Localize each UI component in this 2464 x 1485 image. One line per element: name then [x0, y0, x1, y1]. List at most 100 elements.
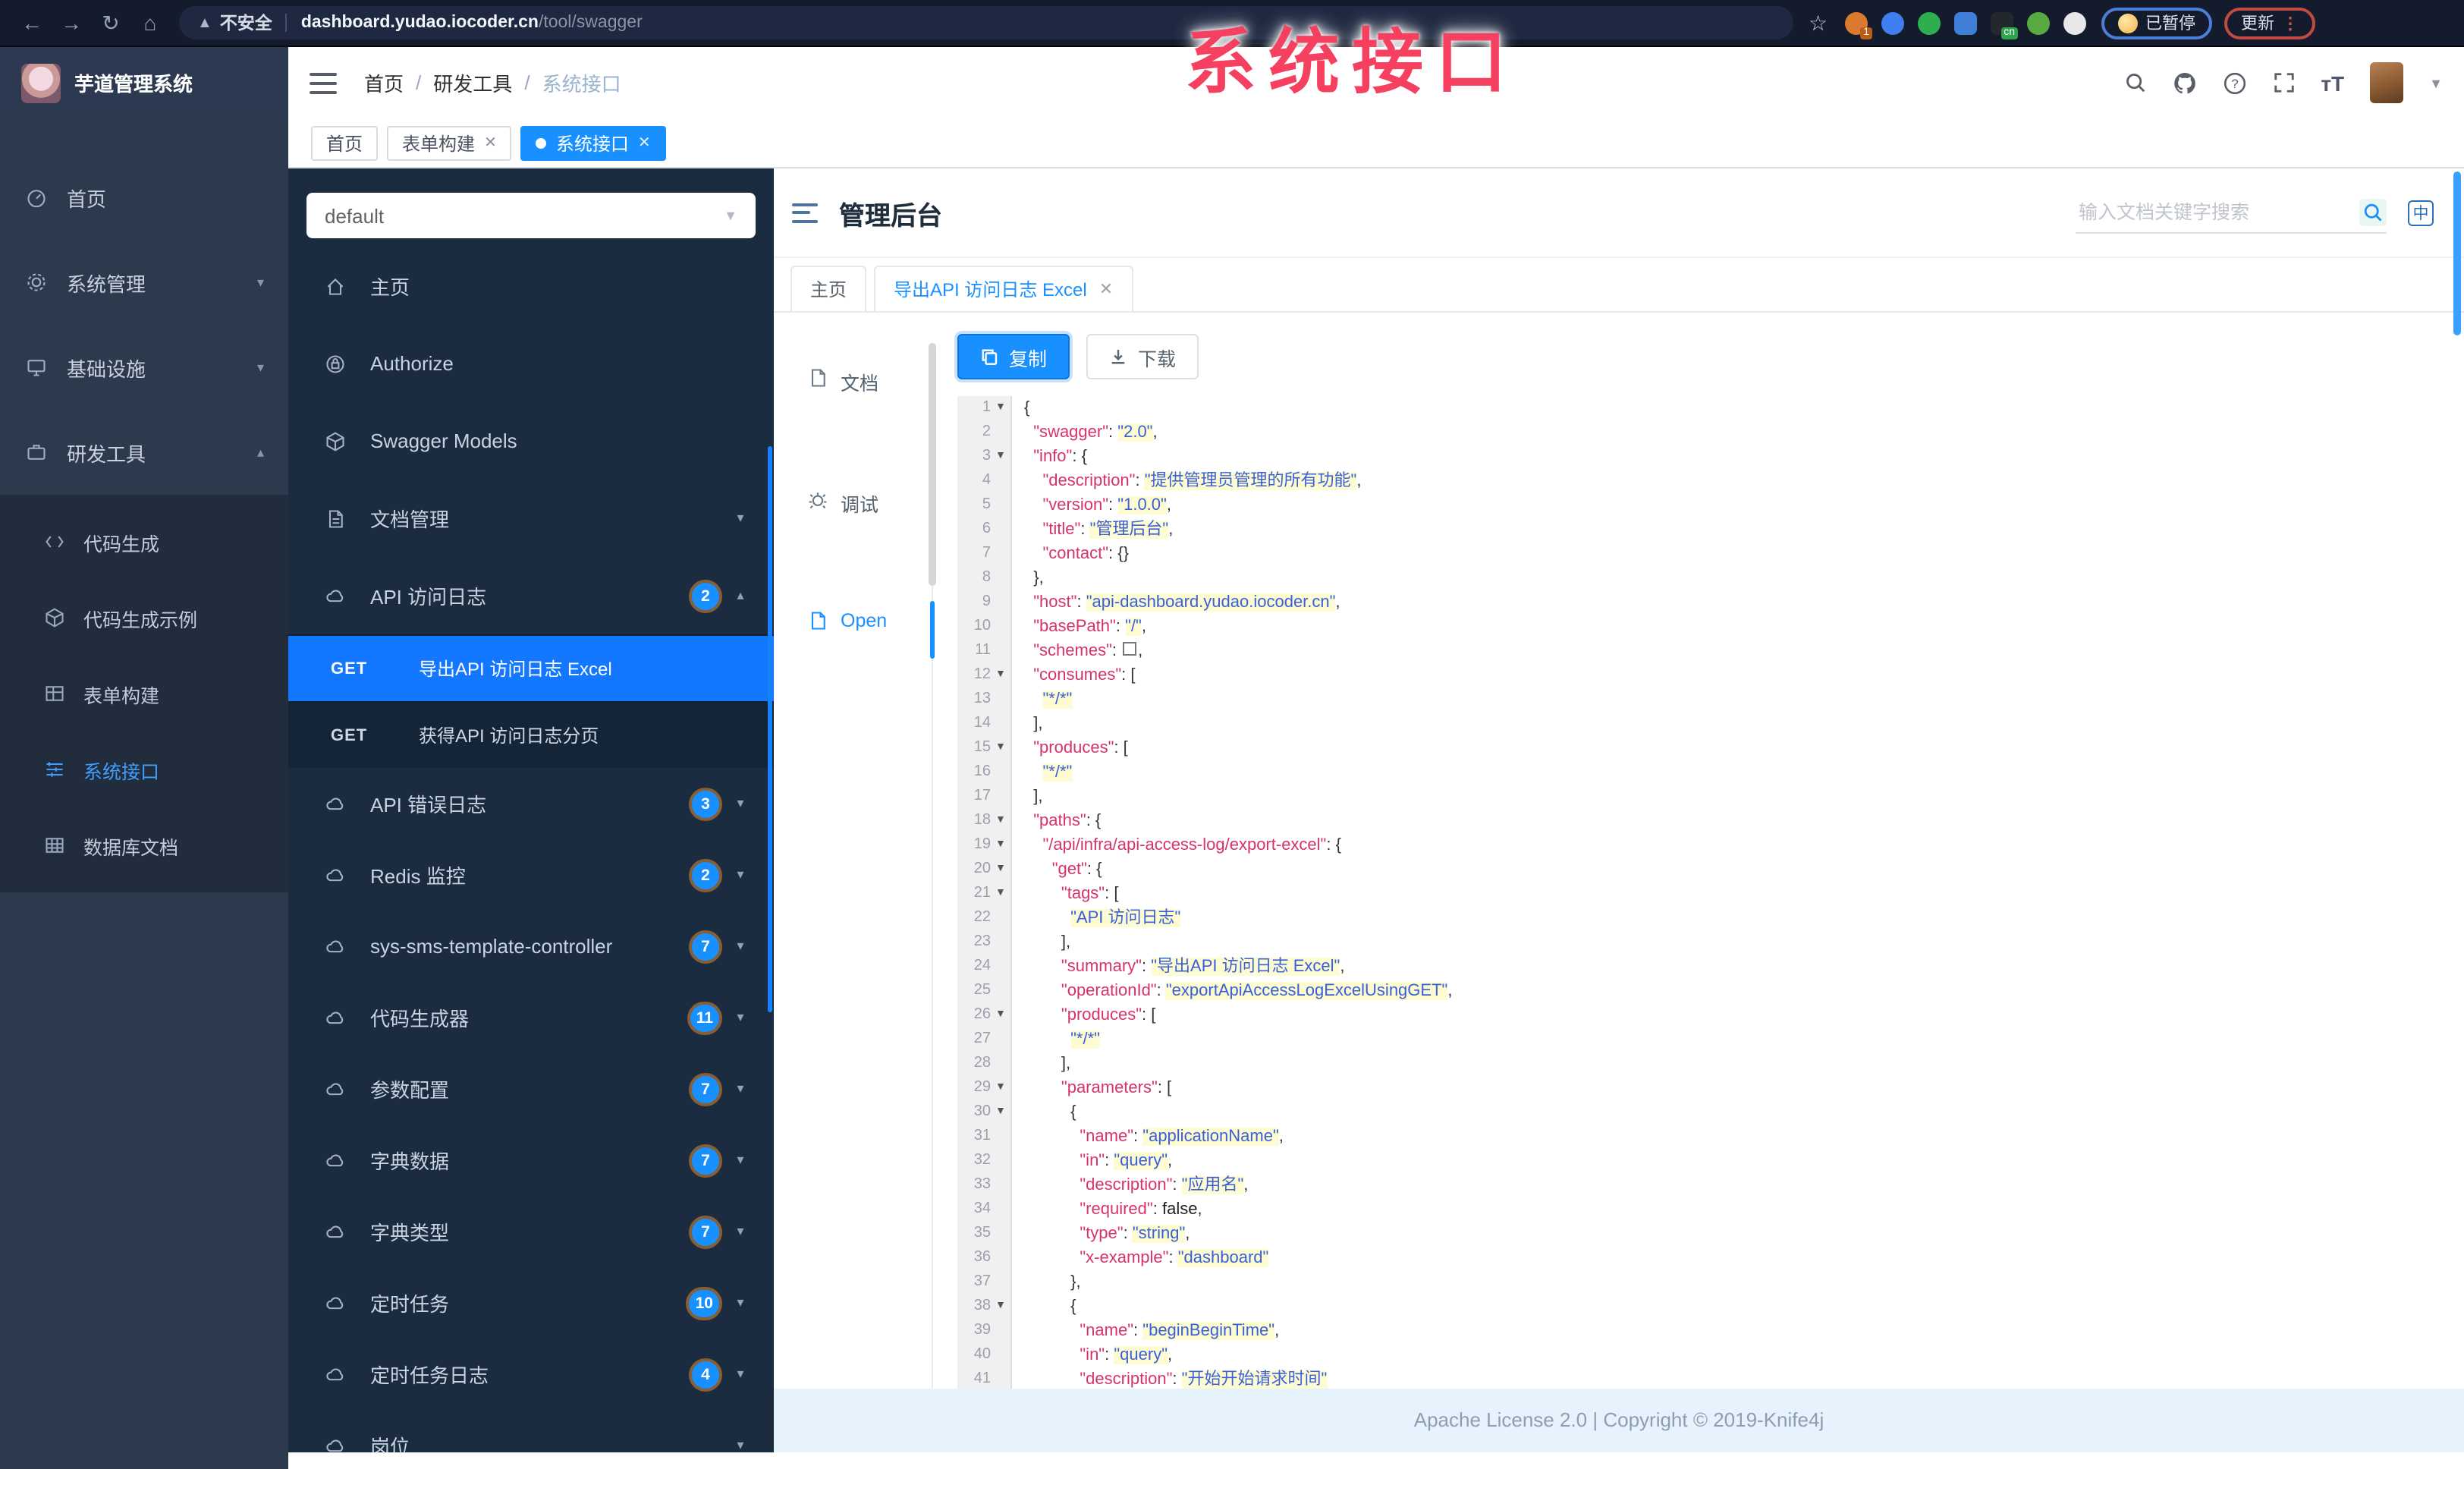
code-line: 20 ▼ "get": { [957, 857, 2464, 882]
ext-dark-cn-icon[interactable]: cn [1991, 11, 2018, 39]
rail-item-Open[interactable]: Open [774, 598, 929, 719]
sidebar-item-首页[interactable]: 首页 [0, 155, 288, 240]
language-switch-icon[interactable]: 中 [2408, 200, 2434, 225]
api-nav-item[interactable]: API 访问日志 2 ▴ [288, 557, 774, 634]
lock-icon [325, 353, 352, 374]
api-nav-item[interactable]: API 错误日志 3 ▾ [288, 768, 774, 839]
close-tab-icon[interactable]: ✕ [638, 134, 651, 151]
browser-home-icon[interactable]: ⌂ [130, 11, 170, 35]
api-nav-item[interactable]: 定时任务日志 4 ▾ [288, 1339, 774, 1410]
editor-toolbar: 复制 下载 [957, 334, 2464, 379]
help-icon[interactable]: ? [2222, 71, 2246, 95]
ext-orange-icon[interactable]: 1 [1845, 11, 1872, 39]
line-gutter: 11 [957, 639, 1012, 663]
sidebar-item-基础设施[interactable]: 基础设施 ▾ [0, 325, 288, 410]
ext-green-leaf-icon[interactable] [2027, 11, 2050, 34]
page-tab[interactable]: 首页 [311, 125, 379, 160]
api-nav-item[interactable]: sys-sms-template-controller 7 ▾ [288, 911, 774, 982]
api-nav-item[interactable]: Swagger Models [288, 402, 774, 480]
fold-icon[interactable]: ▼ [995, 833, 1010, 857]
api-nav-item[interactable]: 岗位 ▾ [288, 1410, 774, 1452]
api-nav-item[interactable]: 字典数据 7 ▾ [288, 1125, 774, 1196]
font-size-icon[interactable]: ᴛT [2321, 71, 2344, 95]
update-button[interactable]: 更新 ⋮ [2224, 7, 2315, 39]
bottom-strip [288, 1452, 2464, 1468]
page-tab-label: 表单构建 [402, 133, 476, 154]
ext-blue-grid-icon[interactable] [1954, 11, 1977, 34]
avatar[interactable] [2370, 62, 2404, 103]
api-nav-item[interactable]: 参数配置 7 ▾ [288, 1053, 774, 1125]
api-nav-item[interactable]: 代码生成器 11 ▾ [288, 982, 774, 1053]
rail-scrollbar-thumb[interactable] [929, 343, 936, 586]
sidebar-subitem-数据库文档[interactable]: 数据库文档 [0, 807, 288, 883]
fullscreen-icon[interactable] [2272, 71, 2295, 94]
api-nav-item[interactable]: Redis 监控 2 ▾ [288, 839, 774, 911]
sidebar-collapse-icon[interactable] [310, 72, 337, 93]
api-sidebar-scrollbar[interactable] [768, 446, 772, 1012]
api-nav-item[interactable]: 文档管理 ▾ [288, 480, 774, 557]
api-nav-label: API 访问日志 [370, 586, 487, 609]
doc-tab[interactable]: 导出API 访问日志 Excel ✕ [874, 266, 1133, 311]
fold-icon[interactable]: ▼ [995, 445, 1010, 469]
sidebar-item-系统管理[interactable]: 系统管理 ▾ [0, 240, 288, 325]
rail-splitter[interactable] [929, 313, 936, 1388]
ext-blue-drop-icon[interactable] [1881, 11, 1904, 34]
browser-reload-icon[interactable]: ↻ [91, 10, 130, 36]
sidebar-subitem-系统接口[interactable]: 系统接口 [0, 731, 288, 807]
github-icon[interactable] [2172, 71, 2196, 95]
close-tab-icon[interactable]: ✕ [1099, 279, 1113, 299]
fold-icon[interactable]: ▼ [995, 736, 1010, 760]
api-nav-item[interactable]: Authorize [288, 325, 774, 402]
address-bar[interactable]: ▲ 不安全 dashboard.yudao.iocoder.cn /tool/s… [179, 6, 1793, 39]
sidebar-subitem-代码生成示例[interactable]: 代码生成示例 [0, 580, 288, 656]
rail-item-调试[interactable]: 调试 [774, 477, 929, 598]
doc-collapse-icon[interactable] [792, 203, 818, 222]
browser-back-icon[interactable]: ← [12, 11, 52, 35]
fold-icon[interactable]: ▼ [995, 1076, 1010, 1100]
endpoint-label: 获得API 访问日志分页 [419, 725, 599, 747]
collapsed-array-icon[interactable] [1123, 642, 1137, 656]
copy-button[interactable]: 复制 [957, 334, 1070, 379]
fold-icon[interactable]: ▼ [995, 1003, 1010, 1027]
fold-icon[interactable]: ▼ [995, 663, 1010, 687]
sidebar-subitem-代码生成[interactable]: 代码生成 [0, 504, 288, 580]
api-endpoint[interactable]: GET 导出API 访问日志 Excel [288, 634, 774, 701]
sidebar-subitem-表单构建[interactable]: 表单构建 [0, 656, 288, 731]
fold-icon[interactable]: ▼ [995, 1100, 1010, 1125]
breadcrumb-item[interactable]: 研发工具 [433, 68, 512, 97]
page-scrollbar-thumb[interactable] [2453, 171, 2461, 335]
chevron-down-icon: ▾ [737, 1009, 744, 1024]
download-button[interactable]: 下载 [1086, 334, 1199, 379]
bookmark-star-icon[interactable]: ☆ [1809, 11, 1831, 34]
close-tab-icon[interactable]: ✕ [484, 134, 497, 151]
api-nav-item[interactable]: 字典类型 7 ▾ [288, 1196, 774, 1267]
fold-icon[interactable]: ▼ [995, 396, 1010, 420]
browser-forward-icon[interactable]: → [52, 11, 91, 35]
api-nav-item[interactable]: 定时任务 10 ▾ [288, 1267, 774, 1339]
browser-menu-icon[interactable]: ⋮ [2282, 13, 2299, 33]
search-icon[interactable] [2123, 71, 2146, 94]
ext-green-circle-icon[interactable] [1918, 11, 1941, 34]
page-tab[interactable]: 系统接口 ✕ [520, 125, 666, 160]
page-tab[interactable]: 表单构建 ✕ [387, 125, 512, 160]
rail-item-文档[interactable]: 文档 [774, 355, 929, 477]
app-logo[interactable]: 芋道管理系统 [0, 47, 288, 118]
doc-search-input[interactable] [2076, 200, 2359, 224]
fold-icon[interactable]: ▼ [995, 882, 1010, 906]
doc-tab[interactable]: 主页 [790, 266, 867, 311]
user-menu-caret-icon[interactable]: ▼ [2429, 75, 2443, 90]
ext-white-ghost-icon[interactable] [2063, 11, 2086, 34]
fold-icon[interactable]: ▼ [995, 857, 1010, 882]
paused-badge[interactable]: 已暂停 [2101, 7, 2212, 39]
breadcrumb-item[interactable]: 首页 [364, 68, 404, 97]
api-nav-item[interactable]: 主页 [288, 247, 774, 325]
json-editor[interactable]: 1 ▼{2 "swagger": "2.0", 3 ▼ "info": {4 "des… [957, 396, 2464, 1388]
api-group-select[interactable]: default ▼ [306, 193, 756, 238]
fold-icon[interactable]: ▼ [995, 809, 1010, 833]
sidebar-item-研发工具[interactable]: 研发工具 ▴ [0, 410, 288, 495]
line-gutter: 41 [957, 1367, 1012, 1388]
doc-search-icon[interactable] [2359, 198, 2387, 225]
fold-icon[interactable]: ▼ [995, 1295, 1010, 1319]
api-endpoint[interactable]: GET 获得API 访问日志分页 [288, 701, 774, 768]
count-badge: 4 [692, 1361, 719, 1388]
